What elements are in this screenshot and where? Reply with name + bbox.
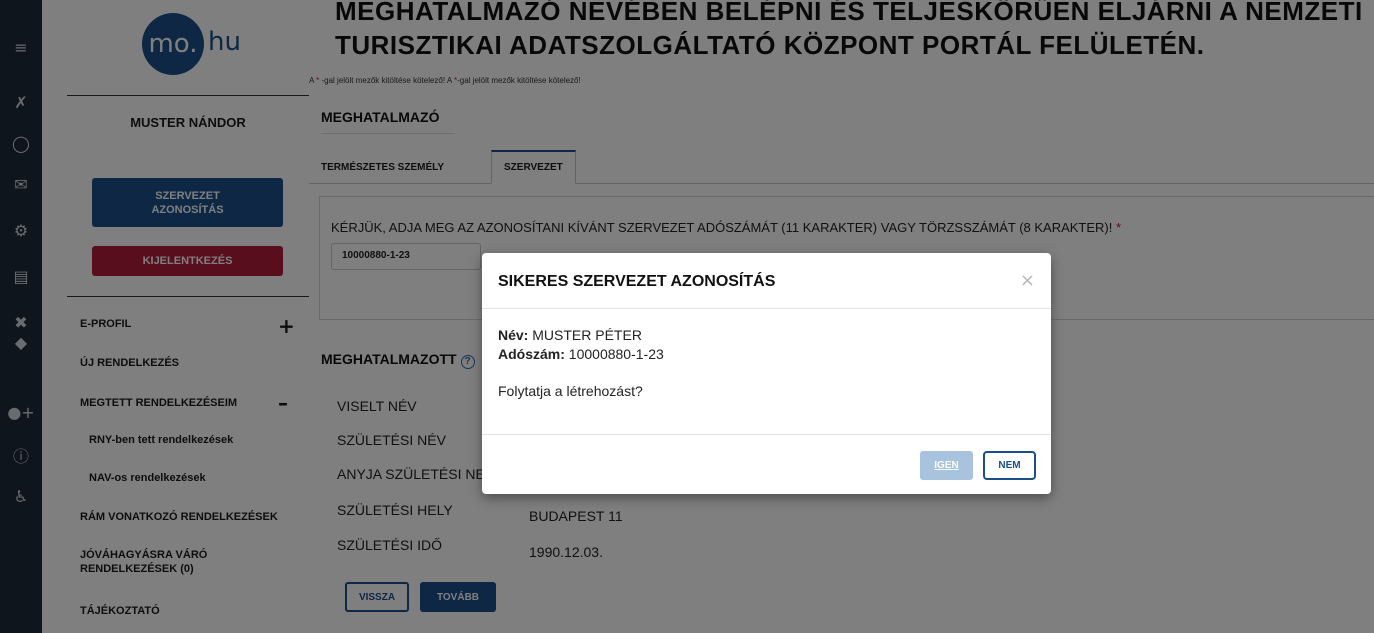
dialog-footer-divider <box>482 434 1051 435</box>
confirm-dialog: SIKERES SZERVEZET AZONOSÍTÁS × Név: MUST… <box>482 253 1051 494</box>
dialog-header: SIKERES SZERVEZET AZONOSÍTÁS × <box>482 253 1051 309</box>
yes-button[interactable]: IGEN <box>920 451 973 480</box>
tax-row: Adószám: 10000880-1-23 <box>498 346 664 362</box>
close-icon[interactable]: × <box>1020 270 1035 291</box>
no-button[interactable]: NEM <box>983 451 1036 480</box>
dialog-title: SIKERES SZERVEZET AZONOSÍTÁS <box>498 273 776 290</box>
dialog-body: Név: MUSTER PÉTER Adószám: 10000880-1-23… <box>498 326 664 401</box>
dialog-question: Folytatja a létrehozást? <box>498 383 643 399</box>
name-row: Név: MUSTER PÉTER <box>498 327 642 343</box>
